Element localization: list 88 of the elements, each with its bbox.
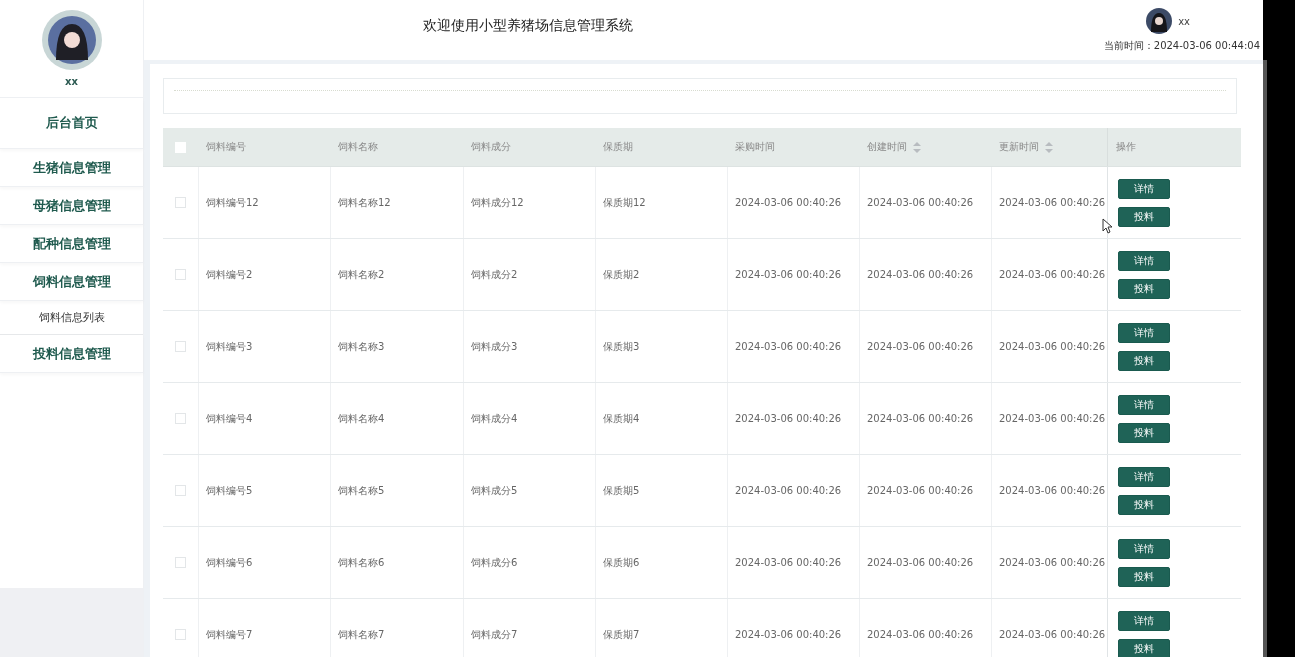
table-cell: 2024-03-06 00:40:26 xyxy=(867,269,974,280)
current-time: 当前时间：2024-03-06 00:44:04 xyxy=(1103,39,1260,53)
table-cell: 2024-03-06 00:40:26 xyxy=(735,629,842,640)
select-all-checkbox[interactable] xyxy=(175,141,186,153)
table-cell: 2024-03-06 00:40:26 xyxy=(867,413,974,424)
table-cell: 2024-03-06 00:40:26 xyxy=(999,269,1106,280)
table-cell: 保质期12 xyxy=(603,195,646,210)
row-checkbox[interactable] xyxy=(175,485,186,496)
table-cell: 2024-03-06 00:40:26 xyxy=(999,485,1106,496)
table-cell: 饲料成分7 xyxy=(471,627,518,642)
table-cell: 饲料编号3 xyxy=(206,339,253,354)
row-checkbox[interactable] xyxy=(175,557,186,568)
action-button[interactable]: 详情 xyxy=(1118,538,1170,559)
action-button[interactable]: 投料 xyxy=(1118,350,1170,371)
row-checkbox[interactable] xyxy=(175,629,186,640)
table-cell: 饲料成分5 xyxy=(471,483,518,498)
row-checkbox[interactable] xyxy=(175,413,186,424)
table-cell: 保质期5 xyxy=(603,483,640,498)
table-cell: 饲料成分12 xyxy=(471,195,524,210)
user-name: xx xyxy=(65,76,78,87)
table-cell: 饲料成分3 xyxy=(471,339,518,354)
table-cell: 饲料名称7 xyxy=(338,627,385,642)
table-cell: 2024-03-06 00:40:26 xyxy=(735,197,842,208)
action-button[interactable]: 投料 xyxy=(1118,566,1170,587)
table-cell: 饲料编号4 xyxy=(206,411,253,426)
action-button[interactable]: 详情 xyxy=(1118,610,1170,631)
table-cell: 2024-03-06 00:40:26 xyxy=(735,485,842,496)
table-cell: 2024-03-06 00:40:26 xyxy=(735,557,842,568)
table-cell: 2024-03-06 00:40:26 xyxy=(735,341,842,352)
row-checkbox[interactable] xyxy=(175,341,186,352)
table-cell: 饲料成分2 xyxy=(471,267,518,282)
table-cell: 2024-03-06 00:40:26 xyxy=(867,557,974,568)
table-cell: 保质期2 xyxy=(603,267,640,282)
table-cell: 保质期4 xyxy=(603,411,640,426)
table-cell: 2024-03-06 00:40:26 xyxy=(999,197,1106,208)
table-cell: 2024-03-06 00:40:26 xyxy=(999,629,1106,640)
table-cell: 2024-03-06 00:40:26 xyxy=(999,557,1106,568)
table-cell: 饲料名称3 xyxy=(338,339,385,354)
action-button[interactable]: 投料 xyxy=(1118,422,1170,443)
table-cell: 保质期7 xyxy=(603,627,640,642)
action-button[interactable]: 投料 xyxy=(1118,638,1170,657)
action-button[interactable]: 详情 xyxy=(1118,466,1170,487)
row-checkbox[interactable] xyxy=(175,269,186,280)
table-cell: 2024-03-06 00:40:26 xyxy=(999,413,1106,424)
sort-icon[interactable] xyxy=(1045,141,1053,153)
table-cell: 饲料名称2 xyxy=(338,267,385,282)
menu-item[interactable]: 配种信息管理 xyxy=(0,225,143,263)
menu-item[interactable]: 生猪信息管理 xyxy=(0,149,143,187)
table-cell: 饲料名称12 xyxy=(338,195,391,210)
table-cell: 2024-03-06 00:40:26 xyxy=(867,485,974,496)
menu-item[interactable]: 饲料信息管理 xyxy=(0,263,143,301)
table-cell: 饲料名称6 xyxy=(338,555,385,570)
table-cell: 饲料成分6 xyxy=(471,555,518,570)
user-name: xx xyxy=(1178,15,1190,27)
action-button[interactable]: 详情 xyxy=(1118,178,1170,199)
table-cell: 保质期3 xyxy=(603,339,640,354)
action-button[interactable]: 详情 xyxy=(1118,394,1170,415)
table-cell: 饲料编号2 xyxy=(206,267,253,282)
table-cell: 保质期6 xyxy=(603,555,640,570)
action-button[interactable]: 投料 xyxy=(1118,278,1170,299)
scrollbar[interactable] xyxy=(1263,60,1267,657)
page-title: 欢迎使用小型养猪场信息管理系统 xyxy=(423,17,633,35)
table-cell: 2024-03-06 00:40:26 xyxy=(867,341,974,352)
action-button[interactable]: 投料 xyxy=(1118,494,1170,515)
row-checkbox[interactable] xyxy=(175,197,186,208)
avatar-icon xyxy=(41,10,102,70)
table-cell: 饲料名称5 xyxy=(338,483,385,498)
action-button[interactable]: 详情 xyxy=(1118,322,1170,343)
table-cell: 饲料成分4 xyxy=(471,411,518,426)
table-cell: 饲料编号6 xyxy=(206,555,253,570)
action-button[interactable]: 详情 xyxy=(1118,250,1170,271)
table-cell: 2024-03-06 00:40:26 xyxy=(999,341,1106,352)
submenu-item[interactable]: 饲料信息列表 xyxy=(0,301,143,335)
table-cell: 2024-03-06 00:40:26 xyxy=(867,629,974,640)
menu-item[interactable]: 后台首页 xyxy=(0,98,143,149)
avatar-icon xyxy=(1146,8,1173,34)
menu-item[interactable]: 母猪信息管理 xyxy=(0,187,143,225)
pointer-icon xyxy=(1102,218,1112,234)
table-cell: 饲料编号7 xyxy=(206,627,253,642)
action-button[interactable]: 投料 xyxy=(1118,206,1170,227)
sort-icon[interactable] xyxy=(913,141,921,153)
table-cell: 2024-03-06 00:40:26 xyxy=(735,413,842,424)
table-cell: 饲料名称4 xyxy=(338,411,385,426)
table-cell: 饲料编号12 xyxy=(206,195,259,210)
table-cell: 2024-03-06 00:40:26 xyxy=(735,269,842,280)
menu-item[interactable]: 投料信息管理 xyxy=(0,335,143,373)
table-cell: 2024-03-06 00:40:26 xyxy=(867,197,974,208)
table-cell: 饲料编号5 xyxy=(206,483,253,498)
